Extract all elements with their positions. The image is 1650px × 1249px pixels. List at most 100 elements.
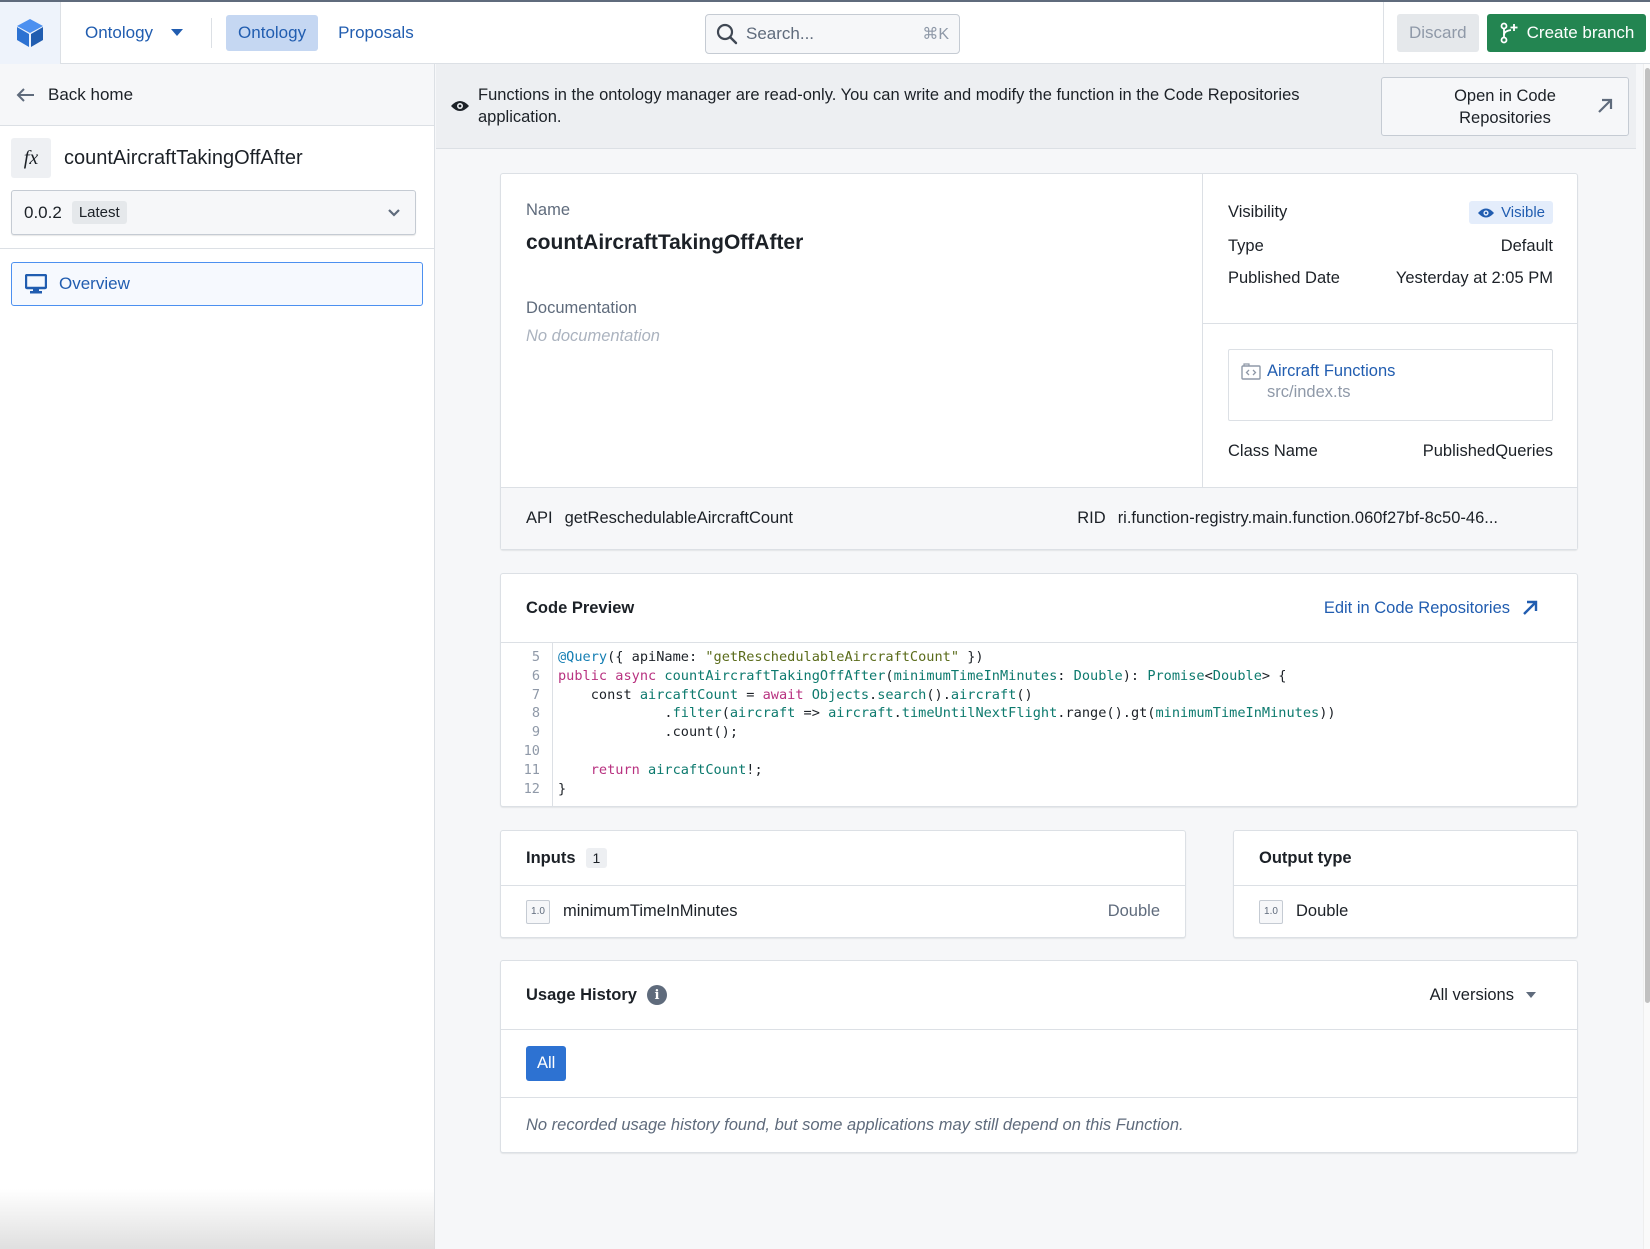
numeric-type-icon: 1.0 bbox=[1259, 899, 1283, 924]
search-shortcut: ⌘K bbox=[922, 26, 949, 43]
line-number: 6 bbox=[531, 667, 540, 684]
edit-in-code-repositories-link[interactable]: Edit in Code Repositories bbox=[1324, 599, 1538, 618]
code-line: .count(); bbox=[558, 724, 739, 741]
arrow-left-icon bbox=[16, 87, 34, 102]
code-preview-header: Code Preview Edit in Code Repositories bbox=[501, 574, 1577, 643]
create-branch-button[interactable]: Create branch bbox=[1486, 14, 1647, 52]
inputs-count-badge: 1 bbox=[585, 848, 608, 868]
version-select[interactable]: 0.0.2 Latest bbox=[11, 190, 416, 235]
code-line: } bbox=[558, 780, 567, 797]
visibility-label: Visibility bbox=[1228, 203, 1288, 221]
class-name-row: Class Name PublishedQueries bbox=[1203, 442, 1578, 461]
code-repository-icon bbox=[1241, 363, 1261, 380]
divider bbox=[0, 248, 434, 249]
search-placeholder: Search... bbox=[746, 24, 815, 43]
scrollbar-thumb[interactable] bbox=[1645, 68, 1650, 1003]
line-number: 7 bbox=[531, 686, 540, 703]
line-number: 12 bbox=[523, 780, 540, 797]
info-icon[interactable]: i bbox=[646, 985, 667, 1005]
tab-proposals[interactable]: Proposals bbox=[326, 15, 426, 51]
external-link-icon bbox=[1523, 600, 1538, 615]
desktop-icon bbox=[25, 274, 47, 294]
name-value: countAircraftTakingOffAfter bbox=[526, 231, 804, 254]
function-name: countAircraftTakingOffAfter bbox=[64, 146, 303, 169]
version-value: 0.0.2 bbox=[24, 202, 62, 222]
code-block: 5 6 7 8 9 10 11 12 @Query({ apiName: "getResche… bbox=[501, 643, 1577, 806]
caret-down-icon bbox=[171, 29, 184, 36]
external-link-icon bbox=[1598, 98, 1613, 113]
line-number: 9 bbox=[531, 724, 540, 741]
usage-history-header: Usage History i All versions bbox=[501, 961, 1577, 1030]
api-label: API bbox=[526, 509, 553, 527]
published-date-label: Published Date bbox=[1228, 269, 1340, 287]
numeric-type-icon: 1.0 bbox=[526, 899, 550, 924]
function-icon: fx bbox=[11, 138, 51, 178]
details-left: Name countAircraftTakingOffAfter Documen… bbox=[501, 174, 1203, 487]
line-number: 5 bbox=[531, 649, 540, 665]
documentation-label: Documentation bbox=[526, 299, 637, 317]
discard-button[interactable]: Discard bbox=[1397, 14, 1479, 52]
code-preview-title: Code Preview bbox=[526, 598, 635, 617]
usage-history-title: Usage History bbox=[526, 985, 637, 1004]
cube-icon bbox=[17, 18, 43, 47]
usage-empty-state: No recorded usage history found, but som… bbox=[501, 1098, 1577, 1152]
inputs-title: Inputs bbox=[526, 848, 576, 867]
visibility-row: Visibility Visible bbox=[1203, 201, 1578, 224]
details-right: Visibility Visible Type Default Publishe… bbox=[1203, 174, 1578, 487]
name-label: Name bbox=[526, 201, 571, 219]
sidebar-shadow bbox=[0, 1189, 435, 1249]
search-input[interactable]: Search... ⌘K bbox=[705, 14, 960, 54]
git-branch-icon bbox=[1500, 22, 1518, 44]
visibility-badge: Visible bbox=[1469, 201, 1553, 224]
top-actions: Discard Create branch bbox=[1383, 2, 1647, 64]
usage-history-card: Usage History i All versions All No reco… bbox=[500, 960, 1578, 1153]
open-button-label: Open in Code Repositories bbox=[1454, 86, 1556, 127]
inputs-card: Inputs 1 1.0 minimumTimeInMinutes Double bbox=[500, 830, 1186, 938]
published-date-value: Yesterday at 2:05 PM bbox=[1395, 269, 1553, 287]
app-menu[interactable]: Ontology bbox=[85, 22, 184, 43]
sidebar-item-overview[interactable]: Overview bbox=[11, 262, 423, 306]
published-date-row: Published Date Yesterday at 2:05 PM bbox=[1203, 269, 1578, 288]
repository-link[interactable]: Aircraft Functions bbox=[1241, 362, 1540, 381]
output-type: Double bbox=[1296, 902, 1349, 920]
documentation-value: No documentation bbox=[526, 327, 660, 345]
chevron-down-icon bbox=[388, 208, 400, 217]
output-row: 1.0 Double bbox=[1234, 886, 1577, 937]
filter-all-button[interactable]: All bbox=[526, 1046, 567, 1081]
app-logo[interactable] bbox=[0, 1, 61, 64]
output-header: Output type bbox=[1234, 831, 1577, 886]
api-rid-row: API getReschedulableAircraftCount RID ri… bbox=[501, 487, 1577, 549]
usage-filter-row: All bbox=[501, 1030, 1577, 1098]
create-branch-label: Create branch bbox=[1526, 23, 1635, 42]
back-home-label: Back home bbox=[48, 84, 134, 104]
versions-select-value: All versions bbox=[1429, 985, 1514, 1004]
banner-text: Functions in the ontology manager are re… bbox=[478, 86, 1300, 126]
top-bar: Ontology Ontology Proposals Search... ⌘K… bbox=[0, 0, 1650, 64]
search-icon bbox=[716, 23, 738, 45]
type-row: Type Default bbox=[1203, 237, 1578, 256]
app-menu-label: Ontology bbox=[85, 22, 154, 42]
code-preview-card: Code Preview Edit in Code Repositories 5… bbox=[500, 573, 1578, 807]
code-line: public async countAircraftTakingOffAfter… bbox=[558, 667, 1287, 684]
function-details-card: Name countAircraftTakingOffAfter Documen… bbox=[500, 173, 1578, 550]
line-number: 10 bbox=[523, 742, 540, 759]
code-line: .filter(aircraft => aircraft.timeUntilNe… bbox=[558, 705, 1336, 722]
class-name-value: PublishedQueries bbox=[1422, 442, 1553, 460]
code-lines: @Query({ apiName: "getReschedulableAircr… bbox=[553, 643, 1336, 806]
versions-select[interactable]: All versions bbox=[1430, 986, 1536, 1005]
type-value: Default bbox=[1500, 237, 1553, 255]
open-in-code-repositories-button[interactable]: Open in Code Repositories bbox=[1381, 77, 1629, 136]
type-label: Type bbox=[1228, 237, 1264, 255]
line-number: 8 bbox=[531, 705, 540, 722]
repository-path: src/index.ts bbox=[1267, 383, 1351, 401]
api-value: getReschedulableAircraftCount bbox=[564, 509, 793, 527]
class-name-label: Class Name bbox=[1228, 442, 1318, 460]
caret-down-icon bbox=[1526, 992, 1536, 998]
divider bbox=[211, 17, 213, 48]
tab-ontology[interactable]: Ontology bbox=[226, 14, 319, 51]
back-home-button[interactable]: Back home bbox=[0, 64, 434, 126]
output-type-card: Output type 1.0 Double bbox=[1233, 830, 1578, 938]
sidebar: Back home fx countAircraftTakingOffAfter… bbox=[0, 64, 435, 1249]
output-title: Output type bbox=[1259, 848, 1352, 867]
